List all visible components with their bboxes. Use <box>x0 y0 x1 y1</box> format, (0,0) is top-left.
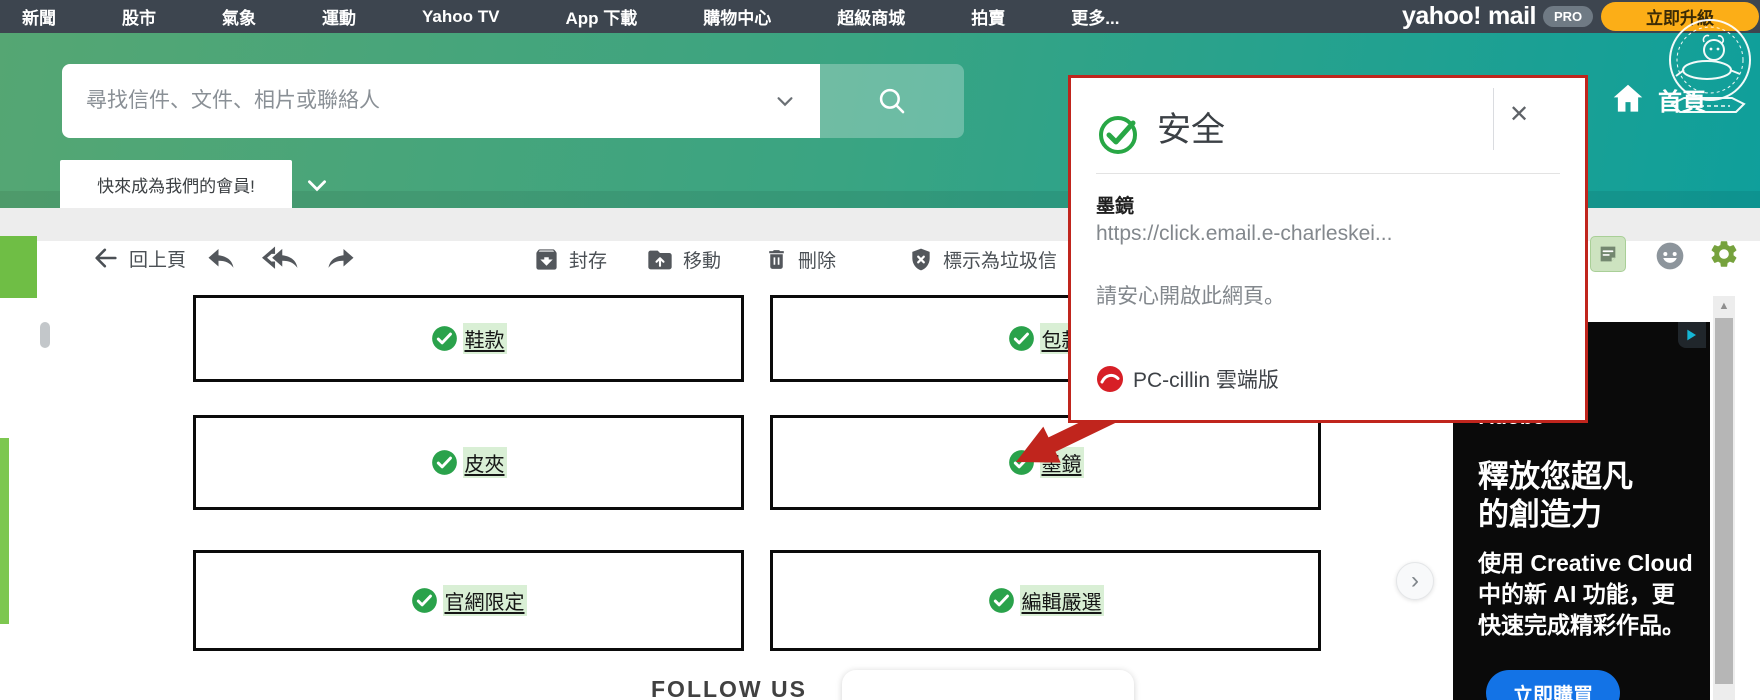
delete-label: 刪除 <box>798 251 837 272</box>
ad-headline-line1: 釋放您超凡 <box>1478 459 1633 494</box>
ad-headline-line2: 的創造力 <box>1478 497 1602 532</box>
category-label: 官網限定 <box>442 585 527 616</box>
check-circle-icon <box>1008 326 1034 351</box>
mail-logo-text: mail <box>1487 2 1537 30</box>
search-bar[interactable] <box>62 64 820 138</box>
category-box-shoes: 鞋款 <box>193 295 744 382</box>
member-promo-tab[interactable]: 快來成為我們的會員! <box>60 160 292 208</box>
ad-choices-button[interactable] <box>1678 322 1706 348</box>
travel-stamp-logo <box>1669 19 1751 113</box>
search-button[interactable] <box>820 64 964 138</box>
reply-all-icon <box>262 246 298 269</box>
back-button[interactable]: 回上頁 <box>92 244 186 272</box>
left-green-sliver <box>0 438 9 624</box>
ad-buy-now-button[interactable]: 立即購買 <box>1486 670 1620 700</box>
archive-label: 封存 <box>569 251 608 272</box>
nav-item-auction[interactable]: 拍賣 <box>971 4 1005 29</box>
category-link-official-only[interactable]: 官網限定 <box>411 585 527 616</box>
verified-check-icon <box>1099 116 1137 154</box>
archive-button[interactable]: 封存 <box>533 246 607 273</box>
follow-us-text: FOLLOW US <box>651 676 807 700</box>
category-label: 鞋款 <box>462 323 507 354</box>
scrollbar-up-arrow[interactable]: ▲ <box>1713 298 1735 314</box>
pccillin-brand-label: PC-cillin 雲端版 <box>1133 369 1279 392</box>
yahoo-mail-page: 新聞 股市 氣象 運動 Yahoo TV App 下載 購物中心 超級商城 拍賣… <box>0 0 1760 700</box>
popup-safety-message: 請安心開啟此網頁。 <box>1096 285 1285 308</box>
bottom-overlay-pill <box>842 670 1134 700</box>
folder-pane-scrollbar-thumb[interactable] <box>40 322 50 348</box>
compose-rail-highlight[interactable] <box>0 236 37 298</box>
check-circle-icon <box>431 450 457 475</box>
category-box-wallets: 皮夾 <box>193 415 744 510</box>
ad-choices-icon <box>1687 329 1696 341</box>
nav-item-app-download[interactable]: App 下載 <box>565 4 637 29</box>
category-box-official-only: 官網限定 <box>193 550 744 651</box>
reply-icon <box>208 249 234 268</box>
trash-icon <box>769 250 784 269</box>
home-icon <box>1613 84 1643 112</box>
popup-link-title: 墨鏡 <box>1096 196 1135 217</box>
nav-item-more[interactable]: 更多... <box>1071 4 1119 29</box>
category-label: 皮夾 <box>462 447 507 478</box>
nav-item-stocks[interactable]: 股市 <box>122 4 156 29</box>
move-button[interactable]: 移動 <box>646 246 721 273</box>
check-circle-icon <box>988 588 1014 613</box>
note-icon <box>1600 246 1616 262</box>
check-circle-icon <box>431 326 457 351</box>
mark-spam-button[interactable]: 標示為垃圾信 <box>908 246 1057 273</box>
reply-all-button[interactable] <box>262 246 300 272</box>
settings-button[interactable] <box>1708 238 1740 275</box>
search-icon <box>879 88 905 114</box>
close-icon[interactable]: ✕ <box>1509 100 1529 129</box>
nav-item-shopping[interactable]: 購物中心 <box>703 4 771 29</box>
nav-item-weather[interactable]: 氣象 <box>222 4 256 29</box>
yahoo-logo-text: yahoo! <box>1402 2 1481 30</box>
category-label: 編輯嚴選 <box>1019 585 1104 616</box>
popup-title: 安全 <box>1157 111 1225 149</box>
notes-button[interactable] <box>1590 236 1626 272</box>
yahoo-mail-logo[interactable]: yahoo! mail PRO <box>1402 2 1594 31</box>
pccillin-safety-popup: 安全 ✕ 墨鏡 https://click.email.e-charleskei… <box>1068 75 1588 423</box>
category-link-wallets[interactable]: 皮夾 <box>431 447 507 478</box>
popup-divider-horizontal <box>1096 173 1560 174</box>
delete-button[interactable]: 刪除 <box>764 246 836 273</box>
popup-divider-vertical <box>1493 88 1494 150</box>
ad-body-line2: 中的新 AI 功能，更 <box>1478 581 1675 607</box>
nav-item-supermall[interactable]: 超級商城 <box>837 4 905 29</box>
archive-icon <box>536 249 557 270</box>
nav-item-sports[interactable]: 運動 <box>322 4 356 29</box>
search-input[interactable] <box>86 89 774 113</box>
category-link-editors-pick[interactable]: 編輯嚴選 <box>988 585 1104 616</box>
ad-body-line1: 使用 Creative Cloud <box>1478 550 1693 576</box>
spam-label: 標示為垃圾信 <box>943 251 1058 272</box>
back-label: 回上頁 <box>129 249 187 271</box>
next-message-button[interactable]: › <box>1396 562 1434 600</box>
ad-body: 使用 Creative Cloud 中的新 AI 功能，更 快速完成精彩作品。 <box>1478 548 1693 641</box>
forward-button[interactable] <box>326 246 356 272</box>
forward-icon <box>328 249 354 268</box>
smiley-icon <box>1656 242 1684 270</box>
ad-body-line3: 快速完成精彩作品。 <box>1478 612 1685 638</box>
pro-badge: PRO <box>1542 6 1594 27</box>
chevron-right-icon: › <box>1411 567 1419 594</box>
popup-link-url: https://click.email.e-charleskei... <box>1096 222 1393 245</box>
ad-headline: 釋放您超凡 的創造力 <box>1478 458 1633 534</box>
back-arrow-icon <box>95 248 117 268</box>
category-link-shoes[interactable]: 鞋款 <box>431 323 507 354</box>
nav-item-yahoo-tv[interactable]: Yahoo TV <box>422 7 499 27</box>
check-circle-icon <box>411 588 437 613</box>
emoji-button[interactable] <box>1654 240 1686 277</box>
spam-shield-icon <box>912 248 930 271</box>
pccillin-logo-icon <box>1097 366 1123 392</box>
reply-button[interactable] <box>206 246 236 272</box>
pccillin-brand-row: PC-cillin 雲端版 <box>1096 364 1279 394</box>
move-label: 移動 <box>683 251 722 272</box>
category-box-editors-pick: 編輯嚴選 <box>770 550 1321 651</box>
move-folder-icon <box>648 250 672 269</box>
scrollbar-thumb[interactable] <box>1715 318 1733 684</box>
gear-icon <box>1711 241 1737 267</box>
tab-chevron-down-icon[interactable] <box>304 172 330 203</box>
search-options-chevron-icon[interactable] <box>774 90 796 112</box>
nav-item-news[interactable]: 新聞 <box>22 4 56 29</box>
